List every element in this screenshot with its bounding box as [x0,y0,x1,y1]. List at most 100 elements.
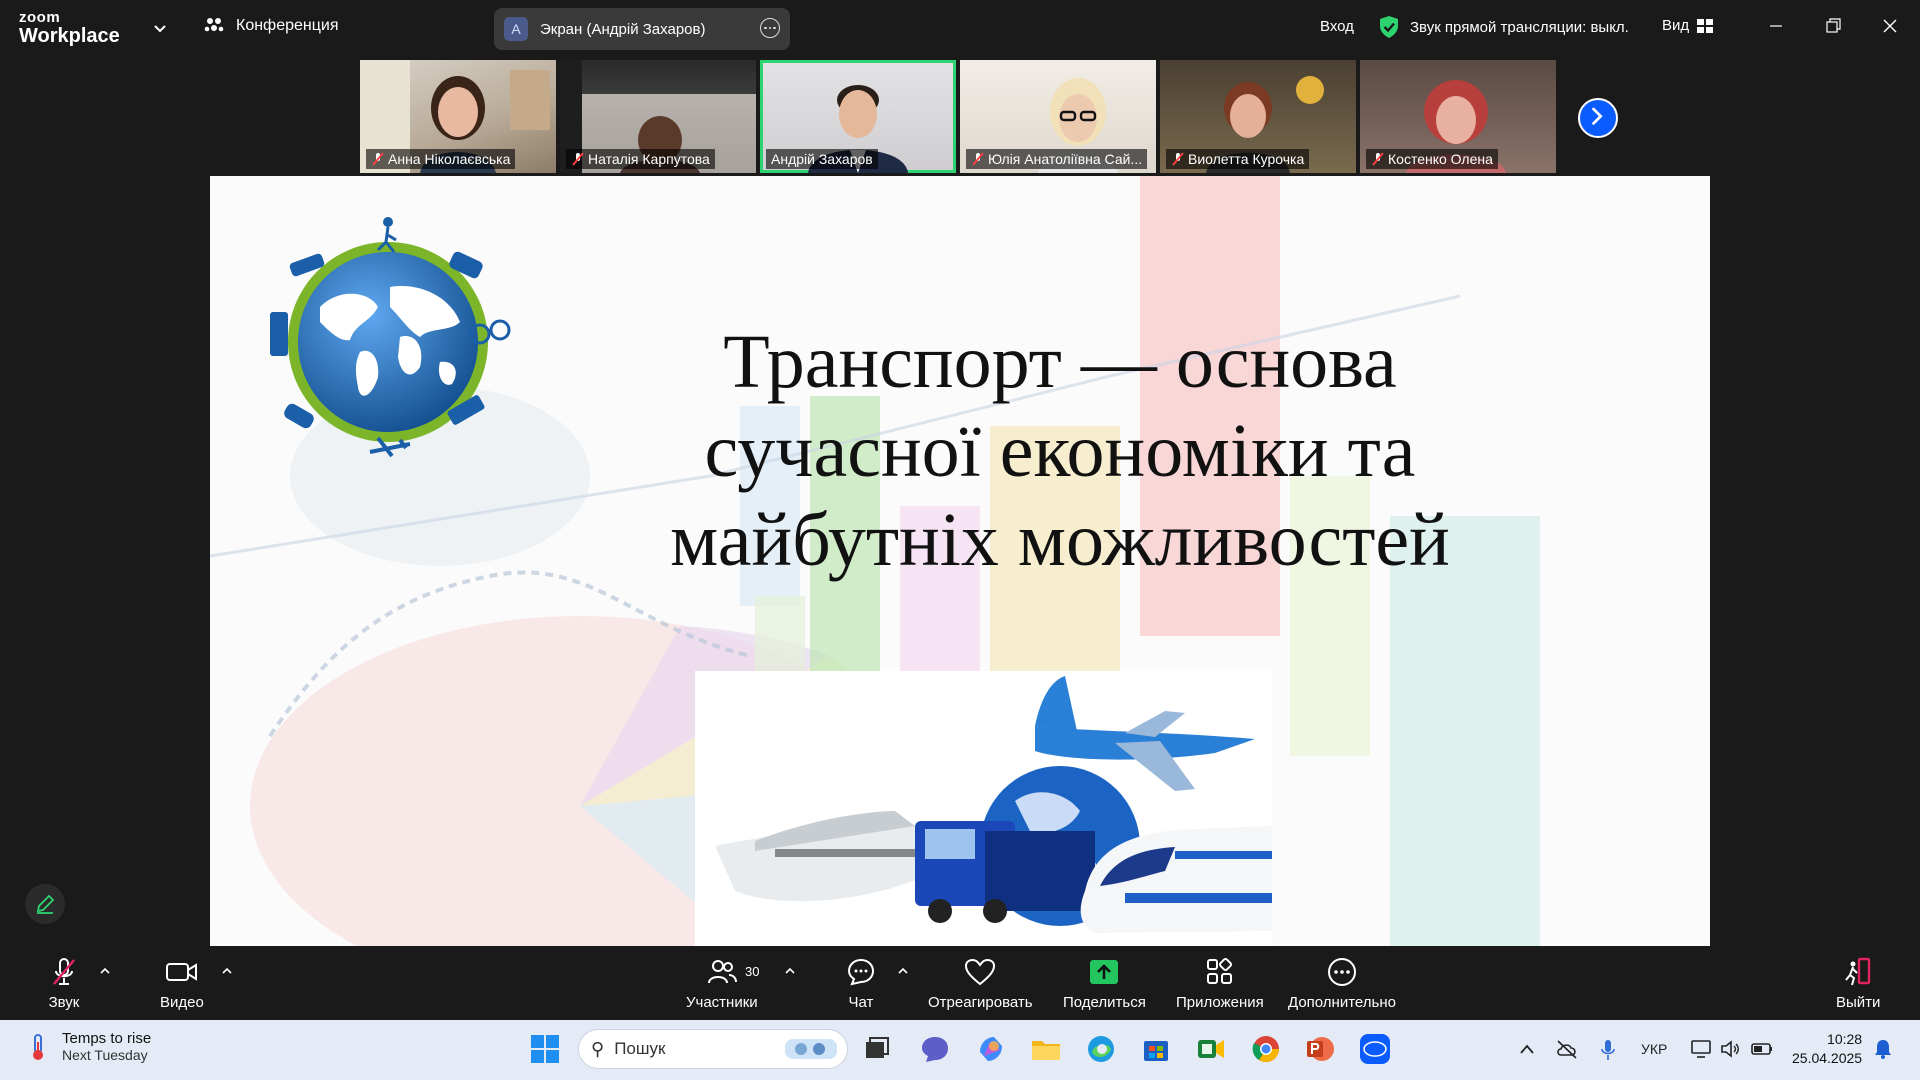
participant-name: Юлія Анатоліївна Сай... [988,151,1143,167]
participant-gallery: Анна Ніколаєвська Наталія Карпутова Андр… [360,60,1556,173]
cloud-offline-icon[interactable] [1555,1038,1579,1060]
close-icon[interactable] [1878,14,1902,38]
react-label: Отреагировать [928,994,1033,1011]
share-label: Экран (Андрій Захаров) [540,20,706,38]
share-screen-button[interactable]: Поделиться [1063,954,1146,1011]
more-icon [1327,958,1356,986]
view-button[interactable]: Вид [1662,17,1714,34]
participants-count: 30 [745,964,760,979]
live-audio-status[interactable]: Звук прямой трансляции: выкл. [1378,15,1629,39]
taskbar-search[interactable]: ⚲ Пошук [578,1029,848,1069]
meeting-people-icon [204,18,224,32]
leave-button[interactable]: Выйти [1836,954,1880,1011]
zoom-workplace-logo[interactable]: zoom Workplace [19,10,120,46]
video-button[interactable]: Видео [160,954,204,1011]
participant-tile[interactable]: Юлія Анатоліївна Сай... [960,60,1156,173]
chevron-up-icon[interactable] [896,964,910,978]
windows-start-icon[interactable] [528,1032,562,1066]
clock-time: 10:28 [1827,1031,1863,1047]
chat-icon [847,958,875,986]
powerpoint-icon[interactable] [1303,1032,1337,1066]
thermometer-icon [33,1033,43,1060]
chat-button[interactable]: Чат [843,954,879,1011]
apps-label: Приложения [1176,994,1264,1011]
slide-title: Транспорт — основа сучасної економіки та… [630,318,1490,585]
participant-name: Андрій Захаров [771,151,873,167]
mic-muted-icon [572,152,584,166]
weather-widget[interactable]: Temps to rise Next Tuesday [24,1030,151,1063]
mic-muted-icon [372,152,384,166]
logo-top-text: zoom [19,9,61,26]
chevron-up-icon[interactable] [783,964,797,978]
more-button[interactable]: Дополнительно [1288,954,1396,1011]
store-icon[interactable] [1139,1032,1173,1066]
notification-bell-icon[interactable] [1873,1038,1893,1060]
shared-screen-slide: Транспорт — основа сучасної економіки та… [210,176,1710,946]
zoom-app-icon[interactable] [1358,1032,1392,1066]
transport-modes-graphic [715,676,1272,933]
battery-icon[interactable] [1750,1038,1774,1060]
keyboard-language[interactable]: УКР [1641,1041,1667,1057]
volume-icon[interactable] [1719,1038,1741,1060]
logo-bottom-text: Workplace [19,25,120,47]
participants-icon [707,960,737,984]
clock-date: 25.04.2025 [1792,1050,1863,1066]
chevron-down-icon[interactable] [150,18,170,38]
transport-illustration [695,671,1272,946]
chevron-up-icon[interactable] [1518,1042,1536,1056]
apps-button[interactable]: Приложения [1176,954,1264,1011]
live-audio-label: Звук прямой трансляции: выкл. [1410,18,1629,36]
chevron-up-icon[interactable] [98,964,112,978]
minimize-icon[interactable] [1764,14,1788,38]
gallery-next-button[interactable] [1578,98,1618,138]
audio-button[interactable]: Звук [46,954,82,1011]
copilot-icon[interactable] [974,1032,1008,1066]
react-button[interactable]: Отреагировать [928,954,1033,1011]
task-view-icon[interactable] [860,1032,894,1066]
share-screen-icon [1090,960,1119,984]
participants-label: Участники [686,994,758,1011]
participant-name-tag: Костенко Олена [1366,149,1498,169]
participant-name-tag: Виолетта Курочка [1166,149,1310,169]
participant-tile[interactable]: Костенко Олена [1360,60,1556,173]
slide-title-line: майбутніх можливостей [670,498,1450,582]
more-options-icon[interactable] [760,18,780,38]
meet-app-icon[interactable] [1194,1032,1228,1066]
windows-taskbar: Temps to rise Next Tuesday ⚲ Пошук УКР 1… [0,1020,1920,1080]
pencil-icon [36,894,55,914]
file-explorer-icon[interactable] [1029,1032,1063,1066]
network-icon[interactable] [1690,1038,1712,1060]
chat-label: Чат [848,994,874,1011]
chevron-up-icon[interactable] [220,964,234,978]
slide-title-line: сучасної економіки та [704,409,1416,493]
heart-icon [965,958,996,986]
participant-tile[interactable]: Наталія Карпутова [560,60,756,173]
edge-browser-icon[interactable] [1084,1032,1118,1066]
mic-muted-icon [972,152,984,166]
mic-muted-icon [1372,152,1384,166]
leave-label: Выйти [1836,994,1881,1011]
video-label: Видео [160,994,204,1011]
meeting-label: Конференция [236,17,339,34]
restore-icon[interactable] [1821,14,1845,38]
screen-share-indicator[interactable]: A Экран (Андрій Захаров) [494,8,790,50]
microphone-icon[interactable] [1599,1038,1617,1062]
participants-button[interactable]: Участники [686,954,758,1011]
participant-tile[interactable]: Виолетта Курочка [1160,60,1356,173]
audio-label: Звук [48,994,80,1011]
signin-button[interactable]: Вход [1320,18,1354,35]
shield-check-icon [1380,16,1398,38]
meeting-info-button[interactable]: Конференция [202,14,339,38]
annotation-pencil-button[interactable] [25,884,65,924]
video-camera-icon [165,963,197,981]
chat-app-icon[interactable] [918,1032,952,1066]
system-clock[interactable]: 10:28 25.04.2025 [1792,1030,1862,1068]
participant-name-tag: Юлія Анатоліївна Сай... [966,149,1148,169]
chrome-browser-icon[interactable] [1249,1032,1283,1066]
participant-tile[interactable]: Анна Ніколаєвська [360,60,556,173]
participant-tile-active-speaker[interactable]: Андрій Захаров [760,60,956,173]
weather-title: Temps to rise [62,1030,152,1047]
participant-name-tag: Наталія Карпутова [566,149,715,169]
transport-globe-logo [270,217,511,458]
view-label: Вид [1662,17,1690,34]
